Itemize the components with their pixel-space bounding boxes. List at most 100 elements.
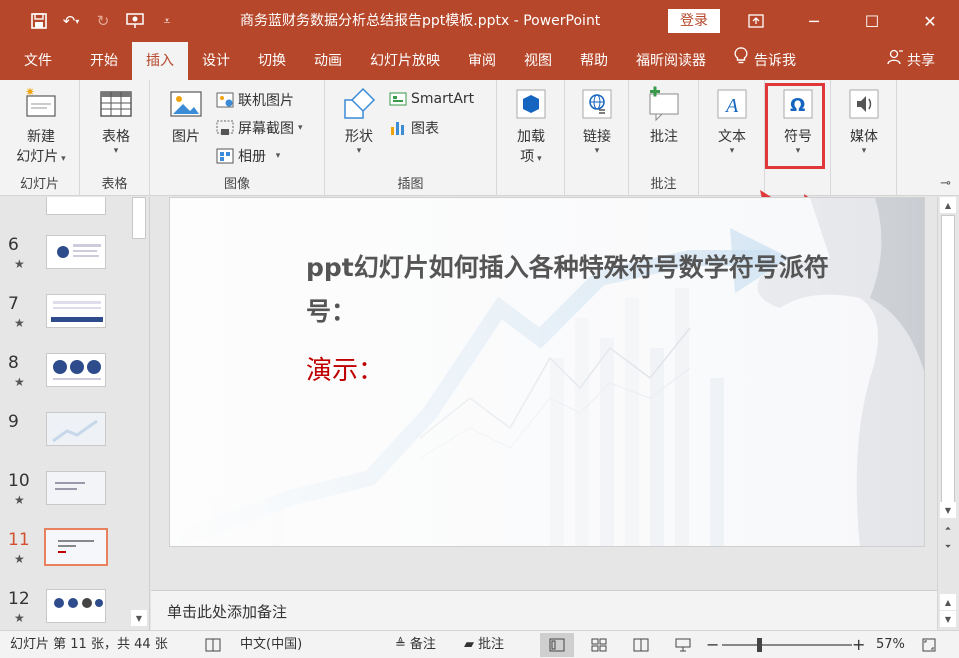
zoom-slider[interactable] [722, 644, 852, 646]
scroll-down-icon[interactable]: ▼ [940, 502, 956, 518]
language-indicator[interactable]: 中文(中国) [240, 631, 302, 658]
tab-foxit-reader[interactable]: 福昕阅读器 [622, 42, 720, 80]
notes-placeholder[interactable]: 单击此处添加备注 [167, 601, 287, 622]
slide-thumbnail[interactable] [46, 294, 106, 328]
notes-toggle[interactable]: ≜ 备注 [395, 631, 436, 658]
customize-qat-icon[interactable]: ⩡ [154, 8, 180, 34]
slide-thumbnail[interactable] [46, 412, 106, 446]
tab-file[interactable]: 文件 [0, 42, 76, 80]
picture-icon [170, 91, 202, 117]
comments-toggle[interactable]: ▰ 批注 [464, 631, 504, 658]
svg-text:A: A [724, 95, 739, 117]
shapes-button[interactable]: 形状 ▾ [337, 86, 381, 156]
slide-thumbnail[interactable] [46, 353, 106, 387]
chevron-down-icon: ▾ [298, 123, 303, 133]
presentation-icon[interactable] [122, 8, 148, 34]
previous-slide-icon[interactable]: ⏶ [940, 521, 956, 537]
group-illustrations: 形状 ▾ SmartArt 图表 插图 [325, 80, 497, 196]
link-button[interactable]: 链接 ▾ [575, 86, 619, 156]
login-button[interactable]: 登录 [668, 9, 720, 33]
pin-ribbon-icon[interactable]: ⊸ [940, 176, 951, 191]
maximize-icon[interactable]: ☐ [843, 0, 901, 42]
tab-animations[interactable]: 动画 [300, 42, 356, 80]
tab-transitions[interactable]: 切换 [244, 42, 300, 80]
tab-insert[interactable]: 插入 [132, 42, 188, 80]
chart-label: 图表 [411, 121, 439, 137]
thumbnail-row[interactable]: 8 ★ [0, 353, 130, 413]
slide-thumbnail[interactable] [46, 589, 106, 623]
scroll-down-icon[interactable]: ▼ [131, 610, 147, 626]
user-icon [887, 42, 903, 80]
undo-icon[interactable]: ↶ ▾ [58, 8, 84, 34]
thumbnail-row[interactable]: 10 ★ [0, 471, 130, 531]
notes-scroll-up-icon[interactable]: ▲ [940, 594, 956, 610]
scrollbar-thumb[interactable] [132, 197, 146, 239]
minimize-icon[interactable]: ─ [785, 0, 843, 42]
normal-view-icon[interactable] [540, 633, 574, 657]
online-picture-button[interactable]: 联机图片 [216, 90, 294, 110]
text-icon: A [717, 89, 747, 119]
reading-view-icon[interactable] [624, 633, 658, 657]
slide-number: 8 [8, 353, 19, 373]
picture-button[interactable]: 图片 [164, 86, 208, 146]
slide-thumbnail[interactable] [46, 235, 106, 269]
smartart-button[interactable]: SmartArt [389, 90, 474, 108]
chevron-down-icon: ▾ [729, 146, 735, 156]
fit-to-window-icon[interactable] [922, 631, 936, 658]
zoom-out-icon[interactable]: − [706, 631, 719, 658]
redo-icon[interactable]: ↻ [90, 8, 116, 34]
tab-help[interactable]: 帮助 [566, 42, 622, 80]
slide-thumbnail[interactable] [46, 471, 106, 505]
screenshot-button[interactable]: 屏幕截图 ▾ [216, 118, 303, 138]
album-button[interactable]: 相册 ▾ [216, 146, 280, 166]
notes-pane[interactable]: 单击此处添加备注 [151, 590, 937, 630]
zoom-level[interactable]: 57% [876, 631, 905, 658]
slideshow-view-icon[interactable] [666, 633, 700, 657]
next-slide-icon[interactable]: ⏷ [940, 539, 956, 555]
slide-scrollbar[interactable]: ▲ ▼ ⏶ ⏷ ▲ ▼ [937, 197, 959, 630]
thumbnail-scrollbar[interactable]: ▼ [130, 197, 148, 630]
star-icon: ★ [14, 611, 25, 625]
close-icon[interactable]: ✕ [901, 0, 959, 42]
table-button[interactable]: 表格 ▾ [94, 86, 138, 156]
thumbnail-row[interactable]: 11 ★ [0, 528, 130, 590]
slide-thumbnail[interactable] [46, 197, 106, 215]
zoom-slider-thumb[interactable] [757, 638, 762, 652]
album-icon [216, 148, 234, 164]
online-picture-icon [216, 92, 234, 108]
star-icon: ★ [14, 375, 25, 389]
tab-design[interactable]: 设计 [188, 42, 244, 80]
notes-scroll-down-icon[interactable]: ▼ [940, 611, 956, 627]
tab-view[interactable]: 视图 [510, 42, 566, 80]
slide-canvas[interactable]: ppt幻灯片如何插入各种特殊符号数学符号派符号： 演示： [169, 197, 925, 547]
thumbnail-row[interactable]: 9 [0, 412, 130, 472]
addins-button[interactable]: 加载 项 ▾ [509, 86, 553, 166]
slide-thumbnail-active[interactable] [44, 528, 108, 566]
chart-button[interactable]: 图表 [389, 118, 439, 138]
save-icon[interactable] [26, 8, 52, 34]
tab-home[interactable]: 开始 [76, 42, 132, 80]
ribbon-display-options-icon[interactable] [727, 0, 785, 42]
text-button[interactable]: A 文本 ▾ [710, 86, 754, 156]
slide-sorter-view-icon[interactable] [582, 633, 616, 657]
zoom-in-icon[interactable]: + [852, 631, 865, 658]
slide-demo-text[interactable]: 演示： [306, 350, 384, 387]
scroll-up-icon[interactable]: ▲ [940, 197, 956, 213]
ribbon-tabs: 文件 开始 插入 设计 切换 动画 幻灯片放映 审阅 视图 帮助 福昕阅读器 告… [0, 42, 959, 80]
comment-button[interactable]: 批注 [642, 86, 686, 146]
media-button[interactable]: 媒体 ▾ [842, 86, 886, 156]
screenshot-icon [216, 120, 234, 135]
tab-review[interactable]: 审阅 [454, 42, 510, 80]
tab-slideshow[interactable]: 幻灯片放映 [356, 42, 454, 80]
thumbnail-row[interactable]: 6 ★ [0, 235, 130, 295]
scrollbar-thumb[interactable] [941, 215, 955, 509]
link-label: 链接 [583, 129, 611, 145]
accessibility-icon[interactable] [205, 631, 221, 658]
slide-title[interactable]: ppt幻灯片如何插入各种特殊符号数学符号派符号： [306, 246, 846, 334]
new-slide-button[interactable]: ✷ 新建 幻灯片 ▾ [10, 86, 72, 166]
thumbnail-row[interactable]: 7 ★ [0, 294, 130, 354]
group-table: 表格 ▾ 表格 [80, 80, 150, 196]
share-button[interactable]: 共享 [887, 42, 935, 80]
slide-number: 11 [8, 530, 30, 550]
tell-me[interactable]: 告诉我 [720, 42, 810, 80]
